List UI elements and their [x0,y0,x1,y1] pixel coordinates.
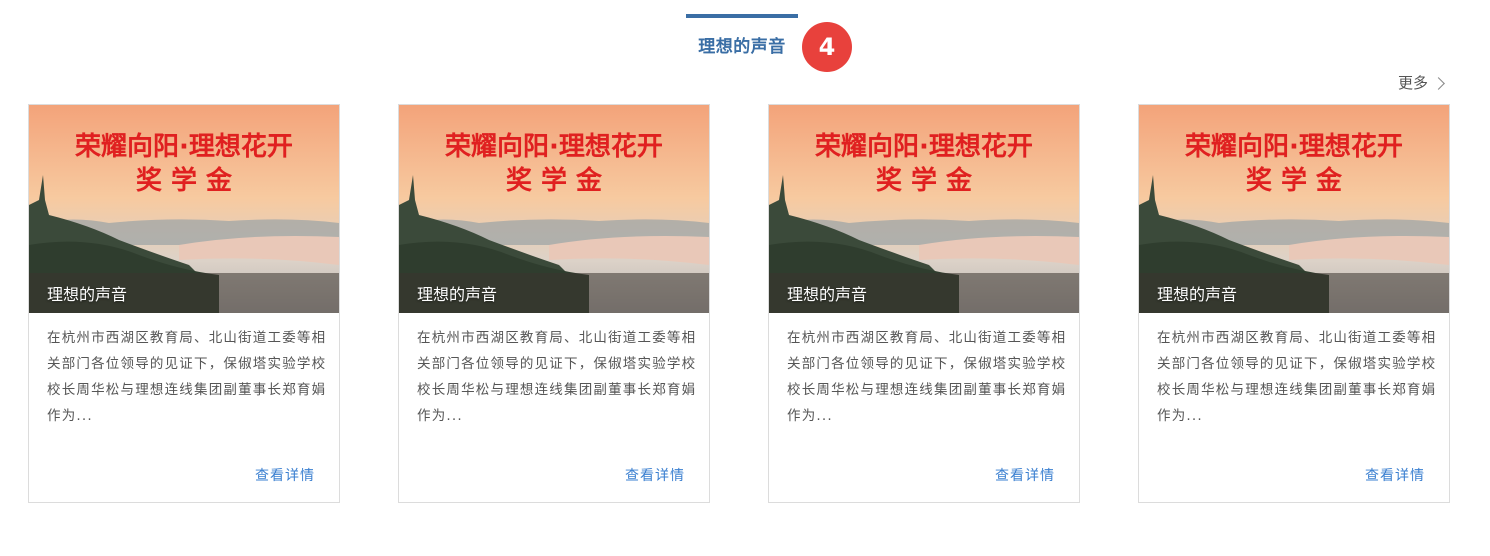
news-card[interactable]: 荣耀向阳·理想花开 奖 学 金 理想的声音 在杭州市西湖区教育局、北山街道工委等… [1138,104,1450,503]
news-card[interactable]: 荣耀向阳·理想花开 奖 学 金 理想的声音 在杭州市西湖区教育局、北山街道工委等… [398,104,710,503]
banner-line2: 奖 学 金 [1246,165,1343,196]
section-title[interactable]: 理想的声音 [686,32,798,57]
card-thumbnail[interactable]: 荣耀向阳·理想花开 奖 学 金 理想的声音 [1139,105,1449,313]
news-card[interactable]: 荣耀向阳·理想花开 奖 学 金 理想的声音 在杭州市西湖区教育局、北山街道工委等… [768,104,1080,503]
more-label: 更多 [1398,74,1429,92]
count-badge: 4 [802,22,852,72]
card-overlay-title: 理想的声音 [47,285,128,304]
card-description: 在杭州市西湖区教育局、北山街道工委等相关部门各位领导的见证下，保俶塔实验学校校长… [787,330,1067,424]
banner-line1: 荣耀向阳·理想花开 [445,131,663,162]
banner-line2: 奖 学 金 [136,165,233,196]
card-overlay-title: 理想的声音 [787,285,868,304]
card-thumbnail[interactable]: 荣耀向阳·理想花开 奖 学 金 理想的声音 [399,105,709,313]
view-details-link[interactable]: 查看详情 [1365,465,1425,485]
view-details-link[interactable]: 查看详情 [625,465,685,485]
card-thumbnail[interactable]: 荣耀向阳·理想花开 奖 学 金 理想的声音 [769,105,1079,313]
chevron-right-icon [1432,76,1445,90]
news-section: 理想的声音 4 更多 荣耀向阳·理想花开 奖 学 金 理想的声音 在杭州市西湖区… [0,0,1490,556]
banner-line1: 荣耀向阳·理想花开 [1185,131,1403,162]
banner-line1: 荣耀向阳·理想花开 [815,131,1033,162]
more-link[interactable]: 更多 [1398,72,1445,93]
card-description: 在杭州市西湖区教育局、北山街道工委等相关部门各位领导的见证下，保俶塔实验学校校长… [417,330,697,424]
banner-line1: 荣耀向阳·理想花开 [75,131,293,162]
section-title-underline [686,14,798,18]
news-card[interactable]: 荣耀向阳·理想花开 奖 学 金 理想的声音 在杭州市西湖区教育局、北山街道工委等… [28,104,340,503]
card-description: 在杭州市西湖区教育局、北山街道工委等相关部门各位领导的见证下，保俶塔实验学校校长… [1157,330,1437,424]
section-header: 理想的声音 [686,14,798,64]
banner-line2: 奖 学 金 [876,165,973,196]
banner-line2: 奖 学 金 [506,165,603,196]
view-details-link[interactable]: 查看详情 [995,465,1055,485]
card-description: 在杭州市西湖区教育局、北山街道工委等相关部门各位领导的见证下，保俶塔实验学校校长… [47,330,327,424]
card-overlay-title: 理想的声音 [1157,285,1238,304]
card-overlay-title: 理想的声音 [417,285,498,304]
card-thumbnail[interactable]: 荣耀向阳·理想花开 奖 学 金 理想的声音 [29,105,339,313]
view-details-link[interactable]: 查看详情 [255,465,315,485]
